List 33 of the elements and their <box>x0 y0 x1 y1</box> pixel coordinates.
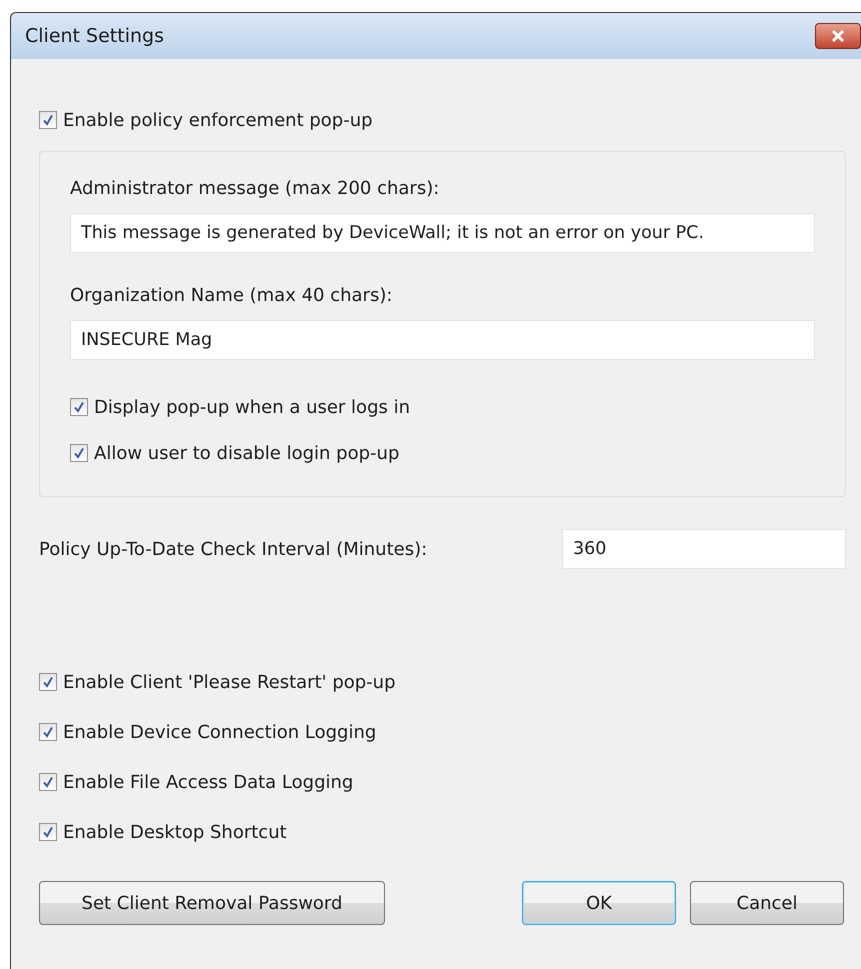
checkbox[interactable] <box>39 773 57 791</box>
window-title: Client Settings <box>25 25 164 47</box>
checkbox[interactable] <box>39 673 57 691</box>
dialog-button[interactable]: Set Client Removal Password <box>39 881 385 925</box>
dialog-button[interactable]: OK <box>522 881 676 925</box>
input-field[interactable]: INSECURE Mag <box>70 320 815 360</box>
checkbox-label[interactable]: Enable Client 'Please Restart' pop-up <box>63 672 396 692</box>
checkbox[interactable] <box>70 398 88 416</box>
checkbox-label[interactable]: Allow user to disable login pop-up <box>94 442 400 464</box>
check-icon <box>42 726 54 738</box>
checkbox-label[interactable]: Enable Device Connection Logging <box>63 722 376 742</box>
input-field[interactable]: 360 <box>562 529 846 569</box>
field-label: Organization Name (max 40 chars): <box>70 285 394 306</box>
checkbox[interactable] <box>39 111 57 129</box>
field-label: Administrator message (max 200 chars): <box>70 178 440 199</box>
checkbox-label[interactable]: Enable policy enforcement pop-up <box>63 110 373 130</box>
checkbox-label[interactable]: Enable Desktop Shortcut <box>63 822 287 842</box>
checkbox-label[interactable]: Display pop-up when a user logs in <box>94 396 410 418</box>
input-field[interactable]: This message is generated by DeviceWall; it is not an error on your PC. <box>70 213 815 253</box>
close-icon <box>831 30 845 42</box>
check-icon <box>42 776 54 788</box>
check-icon <box>42 676 54 688</box>
field-label: Policy Up-To-Date Check Interval (Minutes): <box>39 538 428 560</box>
check-icon <box>73 401 85 413</box>
checkbox-label[interactable]: Enable File Access Data Logging <box>63 772 354 792</box>
dialog-button[interactable]: Cancel <box>690 881 844 925</box>
check-icon <box>73 447 85 459</box>
checkbox[interactable] <box>39 723 57 741</box>
check-icon <box>42 114 54 126</box>
check-icon <box>42 826 54 838</box>
checkbox[interactable] <box>70 444 88 462</box>
checkbox[interactable] <box>39 823 57 841</box>
close-button[interactable] <box>815 23 861 49</box>
